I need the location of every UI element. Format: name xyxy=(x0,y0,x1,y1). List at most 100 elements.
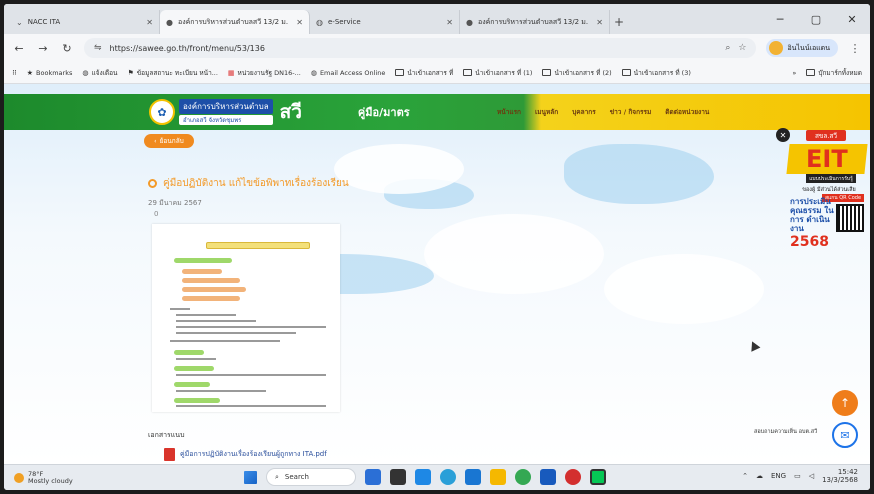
bookmark-folder[interactable]: นำเข้าเอกสาร ที่ (2) xyxy=(542,68,612,78)
tab-label: องค์การบริหารส่วนตำบลสวี 13/2 ม. xyxy=(477,17,589,26)
bookmark-item[interactable]: ◍ แจ้งเตือน xyxy=(82,68,117,78)
task-view-icon[interactable] xyxy=(390,469,406,485)
menu-item-contact[interactable]: ติดต่อหน่วยงาน xyxy=(665,107,709,117)
messenger-button[interactable]: ✉ xyxy=(832,422,858,448)
tab-label: NACC ITA xyxy=(27,18,61,26)
close-icon[interactable]: ✕ xyxy=(776,128,790,142)
eit-banner[interactable]: ✕ สขล.สวี EIT แบบประเมินการรับรู้ ของผู้… xyxy=(776,128,868,254)
nav-bar: ← → ↻ ⇋ https://sawee.go.th/front/menu/5… xyxy=(4,34,870,62)
menu-item-main[interactable]: เมนูหลัก xyxy=(535,107,558,117)
line-app-icon[interactable] xyxy=(590,469,606,485)
bookmark-item[interactable]: ⚑ ข้อมูลสถานะ ทะเบียน หน้า... xyxy=(127,68,217,78)
taskbar-search[interactable]: ⌕ Search xyxy=(266,468,356,486)
close-icon[interactable]: ✕ xyxy=(446,18,453,27)
bookmark-folder[interactable]: นำเข้าเอกสาร ที่ xyxy=(395,68,453,78)
address-bar[interactable]: ⇋ https://sawee.go.th/front/menu/53/136 … xyxy=(84,38,757,58)
word-app-icon[interactable] xyxy=(540,469,556,485)
folder-icon xyxy=(542,69,552,76)
bookmark-folder[interactable]: บุ๊กมาร์กทั้งหมด xyxy=(806,68,862,78)
main-menu: หน้าแรก เมนูหลัก บุคลากร ข่าว / กิจกรรม … xyxy=(497,94,709,130)
attachment-link[interactable]: คู่มือการปฏิบัติงานเรื่องร้องเรียนผู้ถูก… xyxy=(164,448,327,461)
close-icon[interactable]: ✕ xyxy=(296,18,303,27)
tab-eservice[interactable]: ◍ e-Service ✕ xyxy=(310,10,460,34)
clock[interactable]: 15:42 13/3/2568 xyxy=(822,468,858,484)
doc-pill xyxy=(182,296,240,301)
search-label: Search xyxy=(284,473,309,481)
header-title: คู่มือ/มาตร xyxy=(357,106,410,119)
photos-app-icon[interactable] xyxy=(465,469,481,485)
media-app-icon[interactable] xyxy=(565,469,581,485)
volume-icon[interactable]: ◁ xyxy=(809,472,814,480)
back-arrow-icon[interactable]: ← xyxy=(12,42,26,55)
close-icon[interactable]: ✕ xyxy=(596,18,603,27)
search-icon: ⌕ xyxy=(275,472,279,481)
page-date: 29 มีนาคม 2567 xyxy=(148,199,202,207)
tab-sawee-active[interactable]: ● องค์การบริหารส่วนตำบลสวี 13/2 ม. ✕ xyxy=(160,10,310,34)
menu-item-staff[interactable]: บุคลากร xyxy=(572,107,596,117)
doc-line xyxy=(176,332,296,334)
zoom-icon[interactable]: ⌕ xyxy=(725,43,730,53)
windows-start-icon[interactable] xyxy=(244,470,257,484)
bookmark-item[interactable]: ★ Bookmarks xyxy=(27,69,73,77)
doc-line xyxy=(176,326,326,328)
tab-bar: ⌄ NACC ITA ✕ ● องค์การบริหารส่วนตำบลสวี … xyxy=(4,4,870,34)
cloud-sync-icon[interactable]: ☁ xyxy=(756,472,763,480)
folder-icon xyxy=(806,69,816,76)
scroll-top-button[interactable]: ↑ xyxy=(832,390,858,416)
apps-grid-icon[interactable]: ⠿ xyxy=(12,69,17,77)
doc-pill xyxy=(182,269,222,274)
calendar-icon: ▦ xyxy=(227,68,235,77)
store-app-icon[interactable] xyxy=(415,469,431,485)
close-icon[interactable]: ✕ xyxy=(146,18,153,27)
logo-line1: องค์การบริหารส่วนตำบล xyxy=(179,99,273,114)
more-bookmarks-icon[interactable]: » xyxy=(792,69,796,77)
bookmark-label: Email Access Online xyxy=(319,68,386,77)
site-favicon-icon: ● xyxy=(166,17,173,27)
document-image[interactable] xyxy=(152,224,340,412)
language-indicator[interactable]: ENG xyxy=(771,472,786,480)
globe-icon: ◍ xyxy=(82,68,89,77)
minimize-icon[interactable]: ─ xyxy=(762,4,798,34)
menu-item-news[interactable]: ข่าว / กิจกรรม xyxy=(610,107,652,117)
back-label: ย้อนกลับ xyxy=(159,137,184,145)
tab-nacc-ita[interactable]: ⌄ NACC ITA ✕ xyxy=(10,10,160,34)
view-count: 0 xyxy=(154,210,158,218)
site-logo[interactable]: ✿ องค์การบริหารส่วนตำบล อำเภอสวี จังหวัด… xyxy=(149,97,302,127)
bookmark-item[interactable]: ▦ หน่วยงานรัฐ DN16-... xyxy=(228,68,301,78)
logo-line2: อำเภอสวี จังหวัดชุมพร xyxy=(179,115,273,125)
weather-widget[interactable]: 78°F Mostly cloudy xyxy=(14,470,73,485)
bookmark-star-icon[interactable]: ☆ xyxy=(738,43,746,53)
tab-sawee-2[interactable]: ● องค์การบริหารส่วนตำบลสวี 13/2 ม. ✕ xyxy=(460,10,610,34)
menu-kebab-icon[interactable]: ⋮ xyxy=(848,42,862,55)
network-icon[interactable]: ▭ xyxy=(794,472,801,480)
back-button[interactable]: ‹ ย้อนกลับ xyxy=(144,134,194,148)
people-app-icon[interactable] xyxy=(365,469,381,485)
forward-arrow-icon[interactable]: → xyxy=(36,42,50,55)
site-header: ✿ องค์การบริหารส่วนตำบล อำเภอสวี จังหวัด… xyxy=(4,94,870,130)
flag-icon: ⚑ xyxy=(127,68,134,77)
profile-button[interactable]: อินไนน์เอแดน xyxy=(766,39,838,57)
new-tab-plus-icon[interactable]: + xyxy=(610,10,628,34)
bullet-icon xyxy=(148,179,157,188)
menu-item-home[interactable]: หน้าแรก xyxy=(497,107,521,117)
reload-icon[interactable]: ↻ xyxy=(60,42,74,55)
weather-desc: Mostly cloudy xyxy=(28,476,73,485)
file-explorer-icon[interactable] xyxy=(490,469,506,485)
chevron-up-icon[interactable]: ⌃ xyxy=(742,472,748,480)
bookmark-item[interactable]: ◍ Email Access Online xyxy=(311,69,386,77)
chrome-browser-icon[interactable] xyxy=(515,469,531,485)
chevron-down-icon[interactable]: ⌄ xyxy=(16,18,23,27)
site-info-icon[interactable]: ⇋ xyxy=(94,43,102,53)
doc-line xyxy=(176,405,326,407)
bookmarks-bar: ⠿ ★ Bookmarks ◍ แจ้งเตือน ⚑ ข้อมูลสถานะ ทะเ… xyxy=(4,62,870,84)
edge-browser-icon[interactable] xyxy=(440,469,456,485)
opinion-label[interactable]: สอบถามความเห็น อบต.สวี xyxy=(754,428,817,436)
maximize-icon[interactable]: ▢ xyxy=(798,4,834,34)
bookmark-folder[interactable]: นำเข้าเอกสาร ที่ (3) xyxy=(621,68,691,78)
close-window-icon[interactable]: ✕ xyxy=(834,4,870,34)
screen: ⌄ NACC ITA ✕ ● องค์การบริหารส่วนตำบลสวี … xyxy=(4,4,870,490)
bookmark-folder[interactable]: นำเข้าเอกสาร ที่ (1) xyxy=(463,68,532,78)
eit-text2: การประเมิน คุณธรรม ในการ ดำเนินงาน xyxy=(790,197,834,233)
bookmark-label: แจ้งเตือน xyxy=(91,68,118,77)
doc-line xyxy=(176,390,266,392)
